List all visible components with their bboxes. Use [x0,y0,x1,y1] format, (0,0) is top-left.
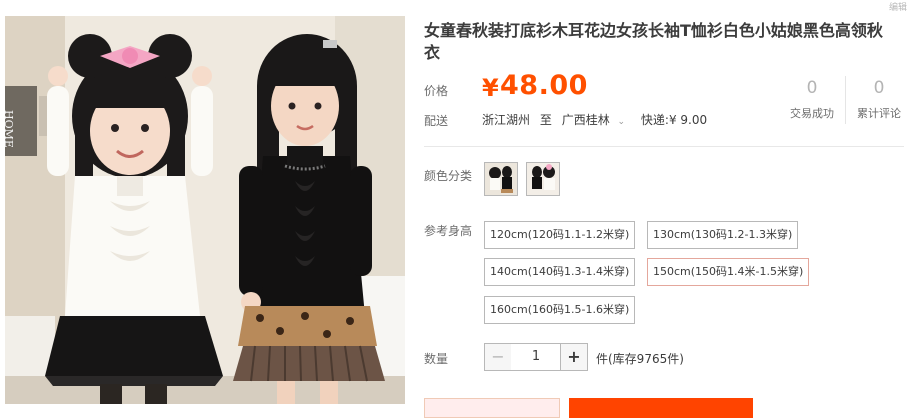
sales-label: 交易成功 [790,107,834,120]
ship-from: 浙江湖州 [482,113,531,127]
size-option-150[interactable]: 150cm(150码1.4米-1.5米穿) [647,258,810,286]
size-label: 参考身高 [424,224,473,238]
ship-express: 快递:¥ 9.00 [640,113,708,127]
shipping-label: 配送 [424,114,449,128]
price-value: 48.00 [500,70,588,101]
quantity-input[interactable]: 1 [511,343,561,371]
add-to-cart-button[interactable] [569,398,753,418]
divider [424,146,904,147]
chevron-down-icon[interactable]: ⌄ [618,117,626,127]
reviews-label: 累计评论 [857,107,901,120]
size-option-130[interactable]: 130cm(130码1.2-1.3米穿) [647,221,799,249]
quantity-decrease-button[interactable]: − [484,343,512,371]
quantity-increase-button[interactable]: + [560,343,588,371]
watermark: 编辑 [888,3,907,13]
color-option-white[interactable] [526,162,560,196]
color-label: 颜色分类 [424,169,473,183]
stat-sales[interactable]: 0 交易成功 [781,78,843,121]
svg-text:HOME: HOME [5,110,15,148]
product-title: 女童春秋装打底衫木耳花边女孩长袖T恤衫白色小姑娘黑色高领秋衣 [424,21,883,62]
shipping-info: 浙江湖州 至 广西桂林 ⌄ 快递:¥ 9.00 [482,111,713,128]
reviews-count: 0 [873,78,885,98]
price-label: 价格 [424,84,449,98]
ship-destination-select[interactable]: 广西桂林 ⌄ [562,113,631,127]
stock-info: 件(库存9765件) [596,352,684,366]
size-option-120[interactable]: 120cm(120码1.1-1.2米穿) [484,221,636,249]
color-option-black[interactable] [484,162,518,196]
buy-now-button[interactable] [424,398,560,418]
ship-destination[interactable]: 广西桂林 [562,113,610,127]
size-option-140[interactable]: 140cm(140码1.3-1.4米穿) [484,258,636,286]
price-currency: ¥ [482,74,499,102]
sales-count: 0 [806,78,818,98]
size-option-160[interactable]: 160cm(160码1.5-1.6米穿) [484,296,636,324]
quantity-label: 数量 [424,352,449,366]
ship-to-word: 至 [539,113,552,127]
product-main-image[interactable]: HOME [5,16,405,404]
stat-reviews[interactable]: 0 累计评论 [848,78,910,121]
stat-divider [845,76,846,124]
